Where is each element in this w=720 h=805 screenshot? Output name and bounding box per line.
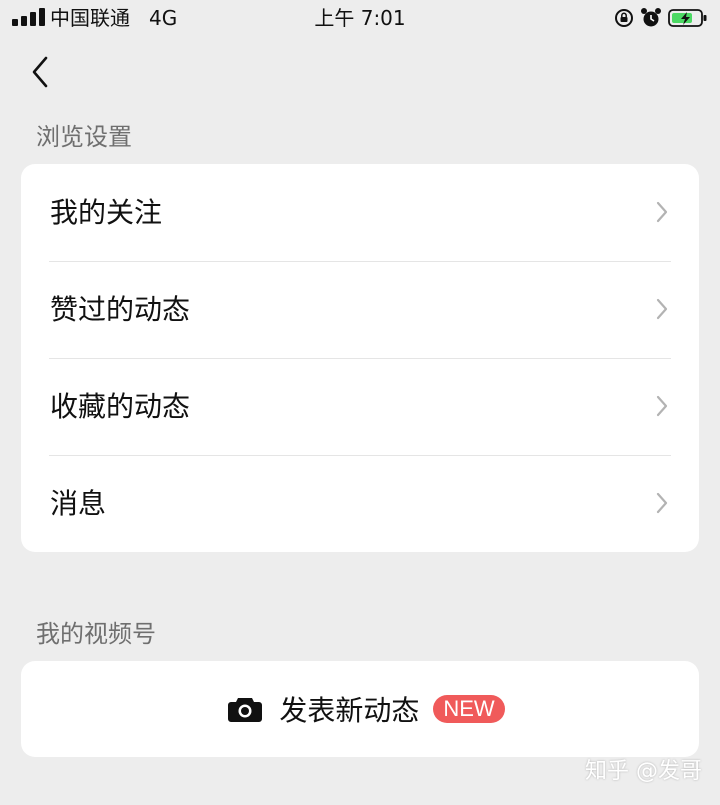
post-button-content: 发表新动态 NEW: [227, 689, 505, 729]
post-new-moment-button[interactable]: 发表新动态 NEW: [21, 661, 699, 757]
chevron-right-icon: [656, 201, 668, 223]
menu-item-messages[interactable]: 消息: [21, 455, 699, 552]
menu-item-saved-posts[interactable]: 收藏的动态: [21, 358, 699, 455]
alarm-icon: [641, 8, 661, 27]
rotation-lock-icon: [615, 9, 633, 27]
battery-charging-icon: [668, 9, 707, 27]
my-channel-card: 发表新动态 NEW: [21, 661, 699, 757]
my-channel-title: 我的视频号: [36, 620, 156, 648]
menu-item-label: 赞过的动态: [50, 293, 191, 326]
chevron-right-icon: [656, 298, 668, 320]
post-new-moment-label: 发表新动态: [279, 694, 420, 727]
status-bar: 中国联通 4G 上午 7:01: [0, 0, 720, 38]
menu-item-following[interactable]: 我的关注: [21, 164, 699, 261]
status-icons: [614, 6, 708, 30]
menu-item-label: 消息: [50, 487, 107, 520]
menu-item-label: 我的关注: [50, 196, 163, 229]
new-badge: NEW: [433, 695, 505, 723]
watermark: 知乎 @发哥: [585, 759, 702, 784]
chevron-left-icon: [32, 56, 48, 88]
menu-item-liked-posts[interactable]: 赞过的动态: [21, 261, 699, 358]
chevron-right-icon: [656, 492, 668, 514]
menu-item-label: 收藏的动态: [50, 390, 191, 423]
browse-settings-title: 浏览设置: [36, 123, 132, 151]
browse-settings-card: 我的关注 赞过的动态 收藏的动态 消息: [21, 164, 699, 552]
back-button[interactable]: [20, 52, 60, 92]
chevron-right-icon: [656, 395, 668, 417]
status-time: 上午 7:01: [314, 6, 406, 30]
camera-icon: [228, 698, 263, 722]
